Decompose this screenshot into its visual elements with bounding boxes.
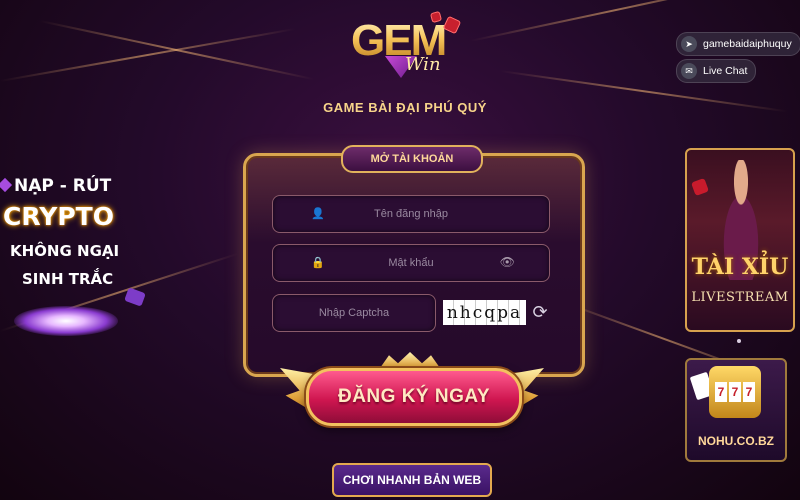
- light-ray: [39, 20, 315, 81]
- gem-icon: [124, 287, 146, 307]
- telegram-icon: ➤: [681, 36, 697, 52]
- eye-icon[interactable]: 👁: [500, 255, 515, 269]
- promo-line-3: KHÔNG NGẠI: [10, 242, 120, 260]
- dice-icon: [442, 15, 462, 35]
- slot-machine-icon: 7 7 7: [709, 366, 761, 418]
- slot-reel: 7: [729, 382, 741, 402]
- refresh-icon[interactable]: ⟳: [530, 302, 550, 322]
- dice-icon: [691, 178, 709, 196]
- site-subtitle: GAME BÀI ĐẠI PHÚ QUÝ: [323, 100, 487, 115]
- chat-icon: ✉: [681, 63, 697, 79]
- glow-disc: [14, 306, 118, 336]
- nohu-label: NOHU.CO.BZ: [698, 434, 774, 448]
- live-chat-link[interactable]: ✉ Live Chat: [676, 59, 757, 83]
- logo-suffix: Win: [405, 54, 441, 75]
- lock-icon: 🔒: [311, 257, 325, 269]
- username-placeholder: Tên đăng nhập: [373, 208, 448, 220]
- tab-open-account: MỞ TÀI KHOẢN: [341, 145, 483, 173]
- promo-line-1: NẠP - RÚT: [14, 176, 112, 196]
- telegram-link[interactable]: ➤ gamebaidaiphuquy: [676, 32, 800, 56]
- carousel-dot[interactable]: [737, 339, 741, 343]
- taixiu-subtitle: LIVESTREAM: [691, 290, 789, 305]
- captcha-field[interactable]: Nhập Captcha: [272, 294, 436, 332]
- nohu-banner[interactable]: 7 7 7 NOHU.CO.BZ: [685, 358, 787, 462]
- slot-reel: 7: [715, 382, 727, 402]
- quick-play-button[interactable]: CHƠI NHANH BẢN WEB: [332, 463, 492, 497]
- gemwin-logo: GEM Win: [345, 10, 462, 85]
- telegram-label: gamebaidaiphuquy: [703, 38, 792, 50]
- promo-line-4: SINH TRẮC: [22, 270, 114, 288]
- crypto-promo-banner[interactable]: NẠP - RÚT CRYPTO KHÔNG NGẠI SINH TRẮC: [0, 170, 146, 340]
- light-ray: [0, 27, 296, 82]
- register-button[interactable]: ĐĂNG KÝ NGAY: [306, 368, 522, 426]
- password-placeholder: Mật khẩu: [388, 257, 434, 269]
- username-field[interactable]: 👤 Tên đăng nhập: [272, 195, 550, 233]
- live-chat-label: Live Chat: [703, 65, 748, 77]
- user-icon: 👤: [311, 208, 325, 220]
- gem-icon: [0, 177, 13, 193]
- taixiu-livestream-banner[interactable]: TÀI XỈU LIVESTREAM: [685, 148, 795, 332]
- captcha-placeholder: Nhập Captcha: [318, 307, 390, 319]
- captcha-image: nhcqpa: [443, 300, 526, 325]
- slot-reel: 7: [743, 382, 755, 402]
- taixiu-title: TÀI XỈU: [691, 254, 789, 280]
- promo-line-2: CRYPTO: [3, 202, 114, 231]
- password-field[interactable]: 🔒 Mật khẩu 👁: [272, 244, 550, 282]
